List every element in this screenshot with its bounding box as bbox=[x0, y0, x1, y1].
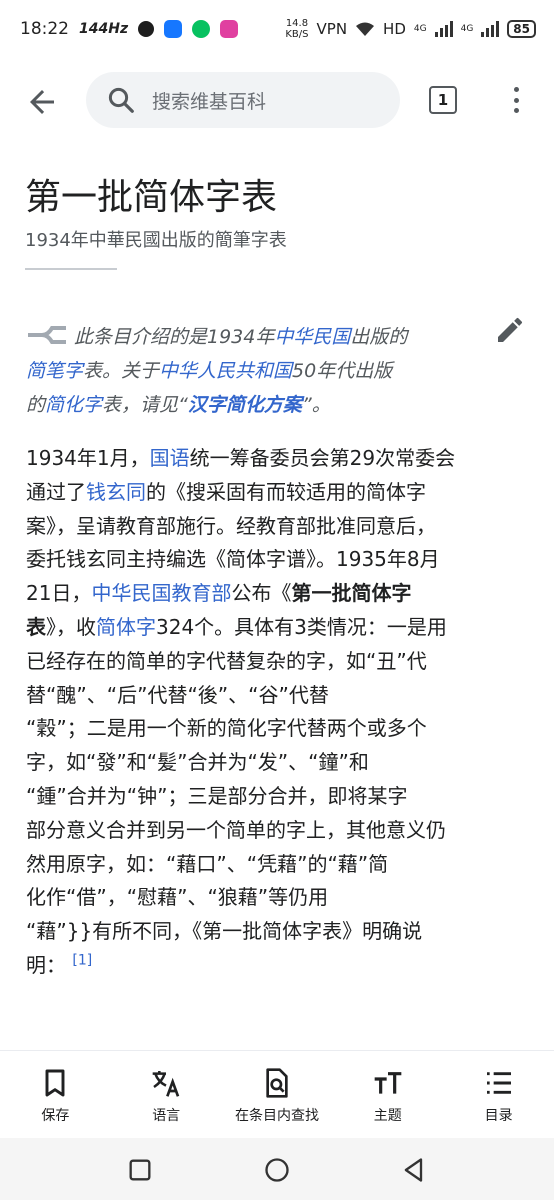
search-placeholder: 搜索维基百科 bbox=[152, 90, 267, 113]
page-description: 1934年中華民國出版的簡筆字表 bbox=[25, 230, 287, 251]
hatnote-text: 出版的 bbox=[350, 326, 408, 348]
status-bar: 18:22 144Hz 14.8 KB/S VPN HD 4G 4G 85 bbox=[0, 0, 554, 58]
link-qian-xuantong[interactable]: 钱玄同 bbox=[86, 480, 146, 504]
paragraph-line: “鍾”合并为“钟”；三是部分合并，即将某字 bbox=[26, 783, 408, 808]
disambiguation-icon bbox=[28, 326, 66, 344]
contents-label: 目录 bbox=[484, 1108, 513, 1124]
qq-icon bbox=[138, 21, 155, 37]
find-in-page-button[interactable]: 在条目内查找 bbox=[222, 1051, 333, 1138]
paragraph-line: 21日，中华民国教育部公布《第一批简体字 bbox=[26, 581, 412, 606]
hatnote: 此条目介绍的是1934年中华民国出版的 简笔字表。关于中华人民共和国50年代出版… bbox=[26, 320, 466, 422]
paragraph-line: 明： [1] bbox=[26, 952, 93, 977]
hatnote-line: 此条目介绍的是1934年中华民国出版的 bbox=[26, 320, 466, 354]
vpn-indicator: VPN bbox=[316, 20, 348, 38]
paragraph-line: 然用原字，如：“藉口”、“凭藉”的“藉”简 bbox=[26, 851, 389, 876]
paragraph-line: 字，如“發”和“髪”合并为“发”、“鐘”和 bbox=[26, 750, 369, 775]
table-of-contents-icon bbox=[486, 1072, 511, 1094]
language-button[interactable]: 语言 bbox=[111, 1051, 222, 1138]
net-speed-unit: KB/S bbox=[285, 29, 309, 40]
more-options-icon[interactable] bbox=[508, 84, 524, 116]
top-bar: 搜索维基百科 1 bbox=[0, 70, 554, 132]
paragraph-line: 表》，收简体字324个。具体有3类情况：一是用 bbox=[26, 614, 447, 639]
hd-indicator: HD bbox=[383, 20, 406, 38]
system-navigation-bar bbox=[0, 1138, 554, 1200]
save-button[interactable]: 保存 bbox=[0, 1051, 111, 1138]
save-label: 保存 bbox=[41, 1108, 70, 1124]
paragraph-line: 已经存在的简单的字代替复杂的字，如“丑”代 bbox=[26, 648, 427, 673]
hatnote-line: 简笔字表。关于中华人民共和国50年代出版 bbox=[26, 354, 466, 388]
net-speed-value: 14.8 bbox=[285, 18, 309, 29]
link-simplified-chars[interactable]: 简化字 bbox=[45, 394, 102, 416]
signal-icon-2 bbox=[481, 21, 500, 37]
text-format-icon bbox=[374, 1072, 402, 1094]
bookmark-icon bbox=[45, 1069, 65, 1097]
edit-pencil-icon[interactable] bbox=[494, 314, 526, 346]
wechat-icon bbox=[192, 20, 211, 38]
hatnote-text: 的 bbox=[26, 394, 46, 416]
link-jianbizi[interactable]: 简笔字 bbox=[26, 360, 83, 382]
network-type-2: 4G bbox=[460, 24, 474, 34]
theme-button[interactable]: 主题 bbox=[332, 1051, 443, 1138]
hatnote-text: 50年代出版 bbox=[292, 360, 393, 382]
paragraph-line: 委托钱玄同主持编选《简体字谱》。1935年8月 bbox=[26, 547, 440, 572]
paragraph-line: 通过了钱玄同的《搜采固有而较适用的简体字 bbox=[26, 479, 426, 504]
translate-icon bbox=[152, 1071, 180, 1097]
hatnote-text: 表。关于 bbox=[83, 360, 160, 382]
paragraph-line: 替“醜”、“后”代替“後”、“谷”代替 bbox=[26, 682, 329, 707]
hatnote-text: ”。 bbox=[301, 394, 331, 416]
search-bar[interactable]: 搜索维基百科 bbox=[86, 72, 400, 128]
network-type-1: 4G bbox=[413, 24, 427, 34]
status-time: 18:22 bbox=[20, 19, 69, 39]
find-in-page-icon bbox=[266, 1068, 288, 1098]
paragraph-line: “穀”；二是用一个新的简化字代替两个或多个 bbox=[26, 716, 427, 741]
paragraph-line: 化作“借”，“慰藉”、“狼藉”等仍用 bbox=[26, 885, 329, 910]
link-prc[interactable]: 中华人民共和国 bbox=[159, 360, 292, 382]
reference-link[interactable]: [1] bbox=[72, 952, 92, 968]
bold-title: 第一批简体字 bbox=[291, 581, 412, 606]
hatnote-text: 表，请见“ bbox=[102, 394, 188, 416]
signal-icon-1 bbox=[434, 21, 453, 37]
link-roc-ministry-of-education[interactable]: 中华民国教育部 bbox=[91, 581, 231, 605]
battery-level: 85 bbox=[507, 20, 536, 38]
title-divider bbox=[25, 268, 117, 270]
find-label: 在条目内查找 bbox=[234, 1108, 319, 1124]
link-simplified-chinese[interactable]: 简体字 bbox=[96, 615, 156, 639]
alipay-icon bbox=[164, 20, 183, 38]
search-icon bbox=[108, 87, 134, 113]
article-body: 1934年1月，国语统一筹备委员会第29次常委会 通过了钱玄同的《搜采固有而较适… bbox=[26, 442, 526, 983]
page-title: 第一批简体字表 bbox=[25, 177, 278, 218]
paragraph-line: 案》，呈请教育部施行。经教育部批准同意后， bbox=[26, 513, 436, 538]
bottom-toolbar: 保存 语言 在条目内查找 主题 目录 bbox=[0, 1050, 554, 1138]
home-icon[interactable] bbox=[263, 1156, 291, 1184]
app-badge-icon bbox=[220, 20, 239, 38]
hatnote-text: 此条目介绍的是1934年 bbox=[74, 326, 275, 348]
tabs-button[interactable]: 1 bbox=[429, 86, 457, 114]
net-speed: 14.8 KB/S bbox=[285, 18, 308, 40]
recent-apps-icon[interactable] bbox=[126, 1156, 154, 1184]
link-republic-of-china[interactable]: 中华民国 bbox=[274, 326, 350, 348]
back-arrow-icon[interactable] bbox=[24, 84, 60, 120]
refresh-rate: 144Hz bbox=[79, 21, 129, 37]
hatnote-line: 的简化字表，请见“汉字简化方案”。 bbox=[26, 388, 466, 422]
theme-label: 主题 bbox=[373, 1108, 402, 1124]
link-guoyu[interactable]: 国语 bbox=[150, 446, 190, 470]
contents-button[interactable]: 目录 bbox=[443, 1051, 554, 1138]
link-simplification-scheme[interactable]: 汉字简化方案 bbox=[188, 394, 302, 416]
system-back-icon[interactable] bbox=[400, 1156, 428, 1184]
bold-title: 表 bbox=[26, 614, 46, 639]
wifi-icon bbox=[356, 22, 375, 36]
paragraph-line: 1934年1月，国语统一筹备委员会第29次常委会 bbox=[26, 446, 456, 470]
paragraph-line: “藉”}}有所不同，《第一批简体字表》明确说 bbox=[26, 919, 423, 944]
language-label: 语言 bbox=[152, 1108, 181, 1124]
paragraph-line: 部分意义合并到另一个简单的字上，其他意义仍 bbox=[26, 817, 446, 842]
